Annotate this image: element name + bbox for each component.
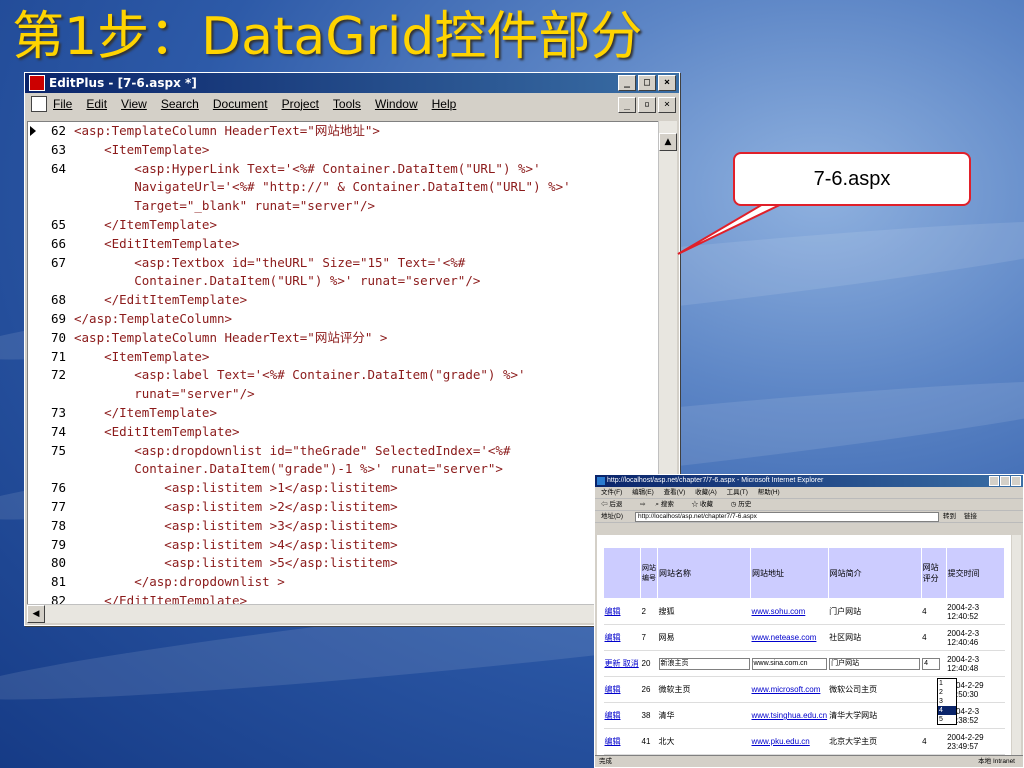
cell-id: 38 (640, 702, 658, 729)
cell-grade: 4 (921, 650, 947, 677)
cell-grade: 4 (921, 598, 947, 625)
address-label: 地址(D) (601, 513, 624, 520)
ie-minimize-button[interactable] (989, 476, 999, 486)
dropdown-option[interactable]: 5 (938, 715, 956, 724)
cell-url[interactable]: www.pku.edu.cn (750, 728, 829, 755)
ie-menu-help[interactable]: 帮助(H) (758, 489, 780, 496)
ie-title: http://localhost/asp.net/chapter7/7-6.as… (607, 477, 824, 484)
cell-desc: 社区网站 (828, 624, 922, 651)
cell-action[interactable]: 编辑 (603, 624, 641, 651)
ie-menu-view[interactable]: 查看(V) (664, 489, 686, 496)
cell-id: 7 (640, 624, 658, 651)
cell-name: 微软主页 (657, 676, 751, 703)
cell-id: 26 (640, 676, 658, 703)
cell-grade: 4 (921, 624, 947, 651)
header-grade: 网站评分 (920, 547, 947, 599)
cell-grade: 4 (921, 728, 947, 755)
dropdown-option[interactable]: 1 (938, 679, 956, 688)
cell-desc: 微软公司主页 (828, 676, 922, 703)
cell-id: 41 (640, 728, 658, 755)
cell-url[interactable]: www.sohu.com (750, 598, 829, 625)
ie-menubar: 文件(F) 编辑(E) 查看(V) 收藏(A) 工具(T) 帮助(H) (595, 487, 1023, 499)
address-input[interactable]: http://localhost/asp.net/chapter7/7-6.as… (635, 511, 940, 522)
table-row: 更新 取消 20 新浪主页 www.sina.com.cn 门户网站 4 2004-2-3 … (603, 650, 1005, 677)
header-name: 网站名称 (657, 547, 751, 599)
callout-text: 7-6.aspx (813, 168, 891, 190)
header-time: 提交时间 (945, 547, 1006, 599)
ie-titlebar: http://localhost/asp.net/chapter7/7-6.as… (595, 475, 1023, 487)
cell-desc: 清华大学网站 (828, 702, 922, 729)
ie-menu-edit[interactable]: 编辑(E) (632, 489, 654, 496)
edit-desc-input[interactable]: 门户网站 (829, 657, 921, 670)
edit-url-input[interactable]: www.sina.com.cn (751, 657, 828, 670)
ie-toolbar: ⇦ 后退 ⇨ ⌕ 搜索 ☆ 收藏 ◷ 历史 (595, 499, 1023, 511)
ie-close-button[interactable] (1011, 476, 1021, 486)
cell-url[interactable]: www.netease.com (750, 624, 829, 651)
callout-box: 7-6.aspx (733, 152, 971, 206)
history-button[interactable]: ◷ 历史 (731, 501, 759, 508)
dropdown-option[interactable]: 4 (938, 706, 956, 715)
cell-time: 2004-2-3 12:40:48 (946, 650, 1005, 677)
cell-url[interactable]: www.tsinghua.edu.cn (750, 702, 829, 729)
ie-vertical-scrollbar[interactable] (1012, 535, 1021, 755)
cell-name: 北大 (657, 728, 751, 755)
cell-time: 2004-2-3 12:40:46 (946, 624, 1005, 651)
cell-name: 新浪主页 (657, 650, 751, 677)
ie-app-icon (597, 477, 605, 485)
favorites-button[interactable]: ☆ 收藏 (692, 501, 721, 508)
ie-statusbar: 完成 本地 Intranet (595, 755, 1023, 767)
cell-id: 2 (640, 598, 658, 625)
cell-desc: 门户网站 (828, 598, 922, 625)
datagrid-header: 网站编号 网站名称 网站地址 网站简介 网站评分 提交时间 (603, 547, 1006, 599)
links-button[interactable]: 链接 (964, 511, 977, 522)
header-url: 网站地址 (750, 547, 829, 599)
dropdown-option[interactable]: 2 (938, 688, 956, 697)
cell-action[interactable]: 编辑 (603, 702, 641, 729)
cell-name: 网易 (657, 624, 751, 651)
ie-window: http://localhost/asp.net/chapter7/7-6.as… (594, 474, 1024, 768)
cell-time: 2004-2-29 23:49:57 (946, 728, 1005, 755)
header-action (603, 547, 641, 599)
table-row: 编辑 41 北大 www.pku.edu.cn 北京大学主页 4 2004-2-29 23:… (603, 728, 1005, 755)
cell-url[interactable]: www.sina.com.cn (750, 650, 829, 677)
cell-name: 搜狐 (657, 598, 751, 625)
zone-text: 本地 Intranet (978, 758, 1015, 765)
cell-id: 20 (640, 650, 658, 677)
forward-icon[interactable]: ⇨ (640, 501, 645, 508)
ie-menu-tools[interactable]: 工具(T) (727, 489, 748, 496)
ie-maximize-button[interactable] (1000, 476, 1010, 486)
header-id: 网站编号 (640, 547, 658, 599)
search-button[interactable]: ⌕ 搜索 (655, 501, 681, 508)
table-row: 编辑 7 网易 www.netease.com 社区网站 4 2004-2-3 12:40:… (603, 624, 1005, 651)
cell-action[interactable]: 编辑 (603, 676, 641, 703)
cell-name: 清华 (657, 702, 751, 729)
back-button[interactable]: ⇦ 后退 (601, 501, 630, 508)
status-text: 完成 (599, 758, 612, 765)
edit-name-input[interactable]: 新浪主页 (658, 657, 750, 670)
cell-url[interactable]: www.microsoft.com (750, 676, 829, 703)
table-row: 编辑 2 搜狐 www.sohu.com 门户网站 4 2004-2-3 12:40:52 (603, 598, 1005, 625)
cell-action[interactable]: 更新 取消 (603, 650, 641, 677)
ie-menu-file[interactable]: 文件(F) (601, 489, 622, 496)
header-desc: 网站简介 (827, 547, 922, 599)
dropdown-option[interactable]: 3 (938, 697, 956, 706)
cell-time: 2004-2-3 12:40:52 (946, 598, 1005, 625)
cell-desc: 门户网站 (828, 650, 922, 677)
ie-address-bar: 地址(D) http://localhost/asp.net/chapter7/… (595, 511, 1023, 523)
cell-action[interactable]: 编辑 (603, 728, 641, 755)
cell-action[interactable]: 编辑 (603, 598, 641, 625)
go-button[interactable]: 转到 (943, 511, 956, 522)
grade-select[interactable]: 4 (922, 657, 941, 670)
grade-dropdown-list[interactable]: 12345 (937, 678, 957, 725)
ie-page-content: 网站编号 网站名称 网站地址 网站简介 网站评分 提交时间 编辑 2 搜狐 www.s… (597, 535, 1011, 755)
ie-menu-favorites[interactable]: 收藏(A) (695, 489, 717, 496)
cell-desc: 北京大学主页 (828, 728, 922, 755)
